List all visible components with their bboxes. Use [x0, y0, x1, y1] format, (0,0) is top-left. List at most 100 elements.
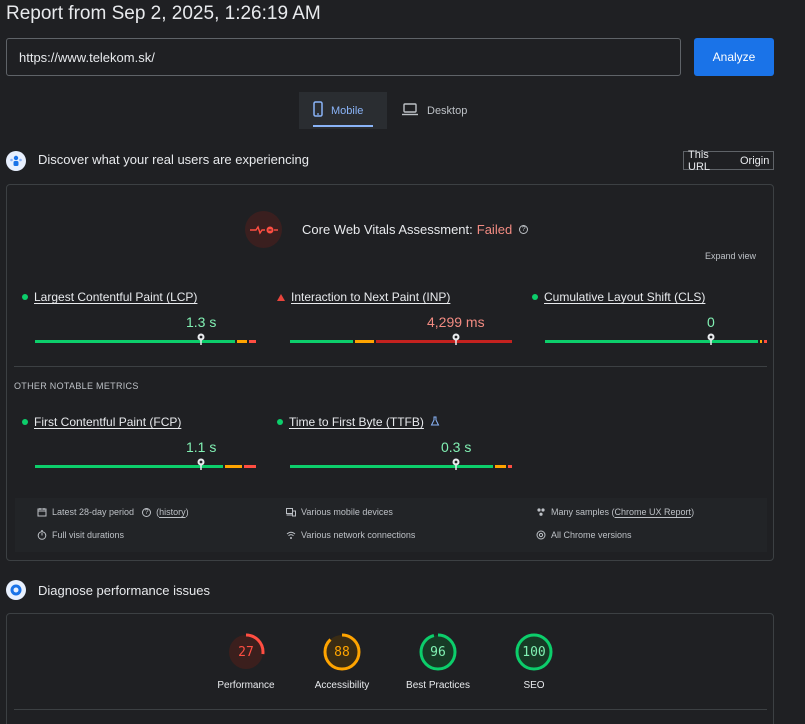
smartphone-icon	[313, 101, 323, 120]
score-seo-value: 100	[522, 644, 546, 660]
metric-cls-label[interactable]: Cumulative Layout Shift (CLS)	[544, 290, 705, 304]
laptop-icon	[401, 102, 419, 119]
score-performance[interactable]: 27 Performance	[203, 632, 289, 691]
info-period-text: Latest 28-day period	[52, 507, 135, 517]
info-versions-text: All Chrome versions	[551, 530, 632, 540]
good-status-icon	[22, 294, 28, 300]
metric-lcp-distribution	[35, 333, 256, 345]
crux-users-icon	[6, 151, 26, 171]
metric-ttfb-distribution	[290, 458, 512, 470]
lab-section-heading: Diagnose performance issues	[38, 583, 210, 598]
needs-improvement-segment	[225, 465, 242, 468]
poor-segment	[244, 465, 256, 468]
tab-mobile-label: Mobile	[331, 104, 364, 117]
section-divider	[14, 366, 767, 367]
good-segment	[290, 465, 493, 468]
info-versions: All Chrome versions	[536, 530, 632, 540]
cwv-assessment: Core Web Vitals Assessment: Failed ?	[302, 222, 529, 237]
metric-fcp-distribution	[35, 458, 256, 470]
lighthouse-icon	[6, 580, 26, 600]
wifi-icon	[286, 531, 296, 539]
poor-segment	[376, 340, 512, 343]
expand-view-link[interactable]: Expand view	[705, 251, 756, 261]
info-devices: Various mobile devices	[286, 507, 393, 517]
page-title: Report from Sep 2, 2025, 1:26:19 AM	[6, 3, 321, 24]
metric-inp-label[interactable]: Interaction to Next Paint (INP)	[291, 290, 450, 304]
help-icon[interactable]: ?	[142, 507, 152, 517]
score-seo[interactable]: 100 SEO	[491, 632, 577, 691]
poor-segment	[764, 340, 767, 343]
history-link[interactable]: (history)	[156, 507, 189, 517]
info-network-text: Various network connections	[301, 530, 416, 540]
cwv-assessment-label: Core Web Vitals Assessment:	[302, 222, 473, 237]
percentile-marker-icon	[707, 333, 715, 345]
metric-ttfb-label[interactable]: Time to First Byte (TTFB)	[289, 415, 424, 429]
info-devices-text: Various mobile devices	[301, 507, 393, 517]
good-segment	[35, 340, 235, 343]
metric-fcp-value: 1.1 s	[186, 439, 217, 455]
field-section-heading: Discover what your real users are experi…	[38, 152, 309, 167]
percentile-marker-icon	[197, 333, 205, 345]
section-divider	[14, 709, 767, 710]
metric-cls[interactable]: Cumulative Layout Shift (CLS)	[532, 290, 705, 304]
other-metrics-heading: OTHER NOTABLE METRICS	[14, 381, 139, 391]
good-segment	[290, 340, 353, 343]
metric-fcp[interactable]: First Contentful Paint (FCP)	[22, 415, 181, 429]
score-performance-label: Performance	[217, 680, 275, 691]
people-icon	[537, 508, 545, 516]
metric-ttfb-value: 0.3 s	[441, 439, 472, 455]
metric-lcp-label[interactable]: Largest Contentful Paint (LCP)	[34, 290, 197, 304]
percentile-marker-icon	[452, 333, 460, 345]
tab-desktop-label: Desktop	[427, 104, 468, 117]
analyze-button[interactable]: Analyze	[694, 38, 774, 76]
chrome-ux-report-link[interactable]: Chrome UX Report	[615, 507, 692, 517]
selected-tab-indicator	[313, 125, 373, 127]
cwv-assessment-status: Failed	[476, 222, 513, 237]
metric-lcp[interactable]: Largest Contentful Paint (LCP)	[22, 290, 197, 304]
info-visit: Full visit durations	[37, 530, 124, 540]
help-icon[interactable]: ?	[519, 225, 529, 234]
score-seo-label: SEO	[523, 680, 545, 691]
score-best-practices[interactable]: 96 Best Practices	[395, 632, 481, 691]
poor-segment	[508, 465, 512, 468]
tab-mobile[interactable]: Mobile	[299, 92, 387, 129]
score-accessibility[interactable]: 88 Accessibility	[299, 632, 385, 691]
info-visit-text: Full visit durations	[52, 530, 125, 540]
chrome-icon	[536, 530, 546, 540]
info-network: Various network connections	[286, 530, 415, 540]
metric-inp-distribution	[290, 333, 512, 345]
needs-improvement-segment	[355, 340, 374, 343]
calendar-icon	[37, 508, 47, 517]
good-status-icon	[532, 294, 538, 300]
metric-inp[interactable]: Interaction to Next Paint (INP)	[277, 290, 450, 304]
metric-cls-value: 0	[707, 314, 715, 330]
percentile-marker-icon	[452, 458, 460, 470]
tab-desktop[interactable]: Desktop	[387, 92, 487, 129]
metric-ttfb[interactable]: Time to First Byte (TTFB)	[277, 415, 440, 429]
experimental-flask-icon	[430, 415, 440, 429]
cwv-failed-icon	[245, 211, 282, 248]
percentile-marker-icon	[197, 458, 205, 470]
lab-data-card	[6, 613, 774, 724]
info-period: Latest 28-day period ? (history)	[37, 507, 189, 517]
good-status-icon	[22, 419, 28, 425]
needs-improvement-segment	[237, 340, 247, 343]
score-performance-value: 27	[238, 644, 254, 660]
score-accessibility-label: Accessibility	[314, 680, 370, 691]
origin-toggle[interactable]: Origin	[736, 151, 774, 170]
good-segment	[545, 340, 758, 343]
score-best-practices-value: 96	[430, 644, 446, 660]
url-input[interactable]	[6, 38, 681, 76]
needs-improvement-segment	[760, 340, 762, 343]
good-status-icon	[277, 419, 283, 425]
metric-lcp-value: 1.3 s	[186, 314, 217, 330]
metric-fcp-label[interactable]: First Contentful Paint (FCP)	[34, 415, 181, 429]
info-samples: Many samples (Chrome UX Report)	[536, 507, 694, 517]
devices-icon	[286, 508, 296, 517]
good-segment	[35, 465, 223, 468]
score-accessibility-value: 88	[334, 644, 350, 660]
metric-cls-distribution	[545, 333, 767, 345]
metric-inp-value: 4,299 ms	[427, 314, 485, 330]
this-url-toggle[interactable]: This URL	[683, 149, 737, 173]
poor-status-icon	[277, 293, 285, 301]
